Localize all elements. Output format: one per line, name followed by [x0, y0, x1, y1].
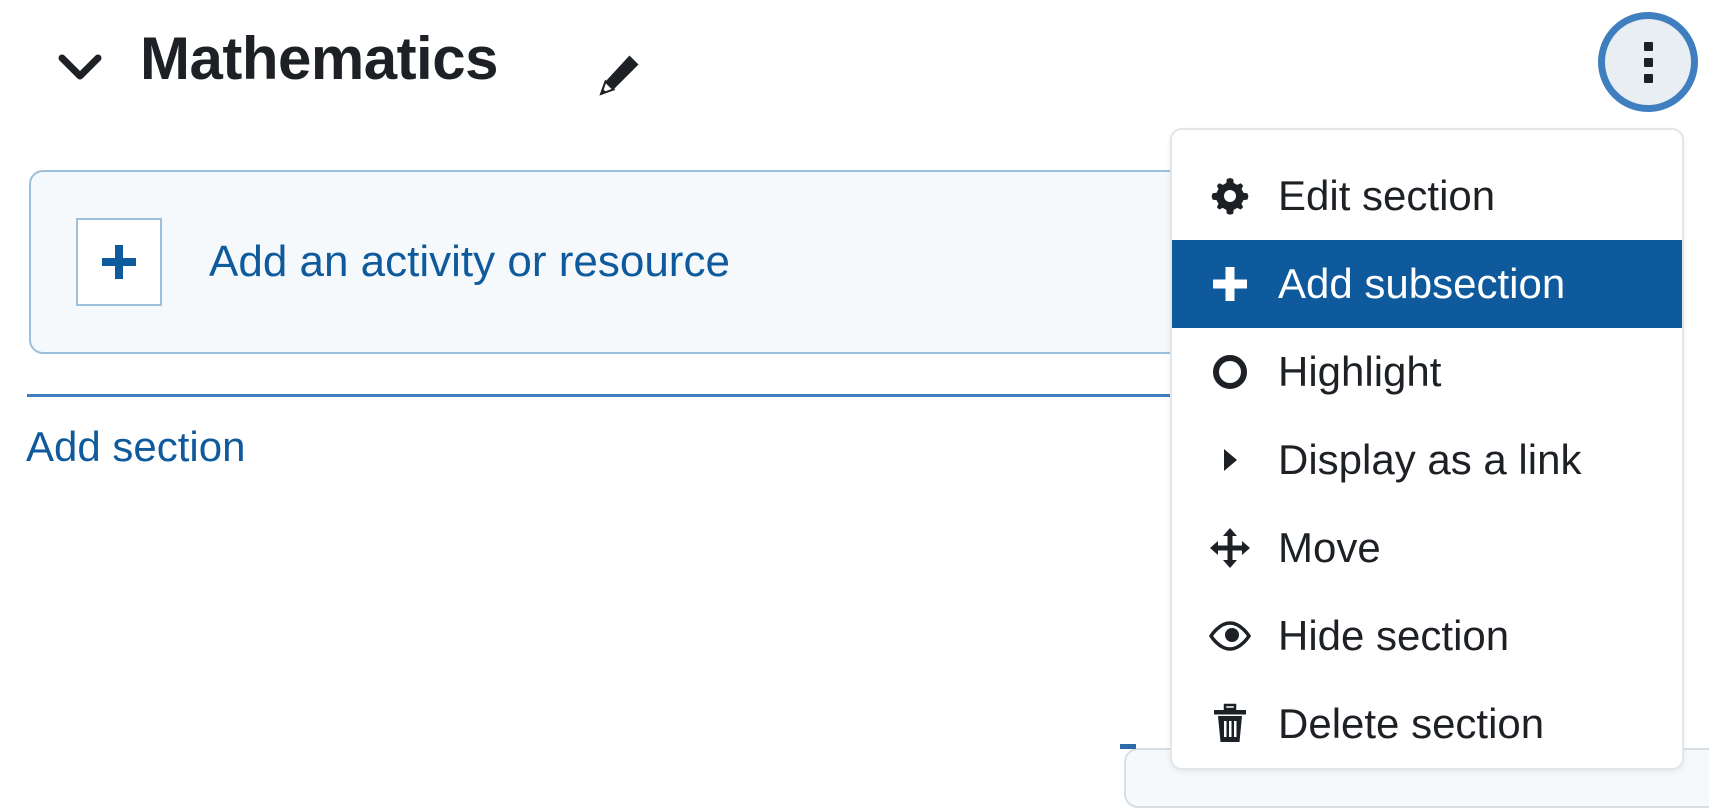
- move-arrows-icon: [1200, 526, 1260, 570]
- add-activity-label: Add an activity or resource: [209, 237, 730, 286]
- collapse-section-toggle[interactable]: [58, 48, 102, 86]
- menu-item-add-subsection[interactable]: Add subsection: [1172, 240, 1682, 328]
- menu-item-label: Highlight: [1278, 348, 1442, 395]
- three-dots-vertical-icon: [1643, 41, 1653, 83]
- dot: [1643, 57, 1653, 67]
- menu-item-delete-section[interactable]: Delete section: [1172, 680, 1682, 768]
- section-actions-dropdown: Edit section Add subsection Highlight Di…: [1170, 128, 1684, 770]
- menu-item-edit-section[interactable]: Edit section: [1172, 152, 1682, 240]
- eye-icon: [1200, 619, 1260, 653]
- menu-item-label: Move: [1278, 524, 1381, 571]
- plus-icon: [1200, 263, 1260, 305]
- menu-item-label: Delete section: [1278, 700, 1545, 747]
- gear-icon: [1200, 175, 1260, 217]
- menu-item-label: Display as a link: [1278, 436, 1582, 483]
- menu-item-highlight[interactable]: Highlight: [1172, 328, 1682, 416]
- next-section-accent-bar: [1120, 744, 1136, 749]
- dot: [1643, 73, 1653, 83]
- add-activity-plus-box[interactable]: [76, 218, 162, 306]
- menu-item-move[interactable]: Move: [1172, 504, 1682, 592]
- menu-item-display-as-link[interactable]: Display as a link: [1172, 416, 1682, 504]
- chevron-down-icon: [58, 52, 102, 82]
- edit-section-name-button[interactable]: [596, 52, 642, 98]
- menu-item-label: Add subsection: [1278, 260, 1566, 307]
- add-section-link[interactable]: Add section: [26, 396, 245, 468]
- menu-item-hide-section[interactable]: Hide section: [1172, 592, 1682, 680]
- trash-icon: [1200, 702, 1260, 746]
- triangle-right-icon: [1200, 439, 1260, 481]
- circle-icon: [1200, 351, 1260, 393]
- menu-item-label: Hide section: [1278, 612, 1510, 659]
- page-title: Mathematics: [140, 25, 498, 92]
- pencil-icon: [596, 52, 642, 98]
- section-header: Mathematics: [0, 0, 1709, 128]
- menu-item-label: Edit section: [1278, 172, 1496, 219]
- plus-icon: [99, 242, 139, 282]
- dot: [1643, 41, 1653, 51]
- section-actions-button[interactable]: [1598, 12, 1698, 112]
